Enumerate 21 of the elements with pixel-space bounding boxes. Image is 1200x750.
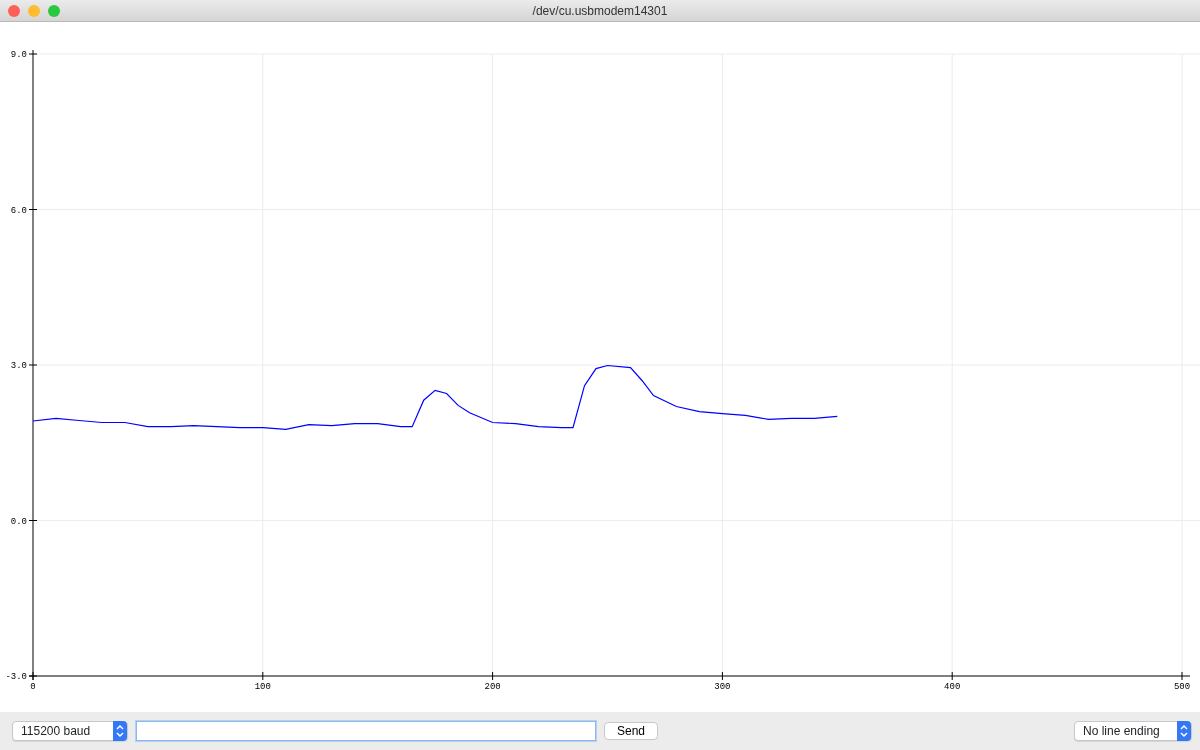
tick-label: -3.0 xyxy=(5,672,27,682)
message-input-field[interactable] xyxy=(136,721,596,741)
tick-label: 3.0 xyxy=(10,361,27,371)
send-button[interactable]: Send xyxy=(604,722,659,740)
tick-label: 300 xyxy=(714,682,731,692)
tick-label: 400 xyxy=(944,682,961,692)
line-ending-select[interactable]: No line ending xyxy=(1074,721,1192,741)
maximize-icon[interactable] xyxy=(48,5,60,17)
tick-label: 6.0 xyxy=(10,205,27,216)
chevron-icon xyxy=(113,721,127,741)
window-title: /dev/cu.usbmodem14301 xyxy=(532,3,668,20)
chevron-icon xyxy=(1177,721,1191,741)
tick-label: 200 xyxy=(484,682,501,692)
tick-label: 0 xyxy=(30,682,36,692)
baud-select[interactable]: 115200 baud xyxy=(12,721,128,741)
minimize-icon[interactable] xyxy=(28,5,40,17)
tick-label: 0.0 xyxy=(10,516,27,527)
tick-label: 9.0 xyxy=(10,50,27,60)
tick-label: 500 xyxy=(1173,682,1191,692)
close-icon[interactable] xyxy=(8,5,20,17)
tick-label: 100 xyxy=(254,682,271,692)
